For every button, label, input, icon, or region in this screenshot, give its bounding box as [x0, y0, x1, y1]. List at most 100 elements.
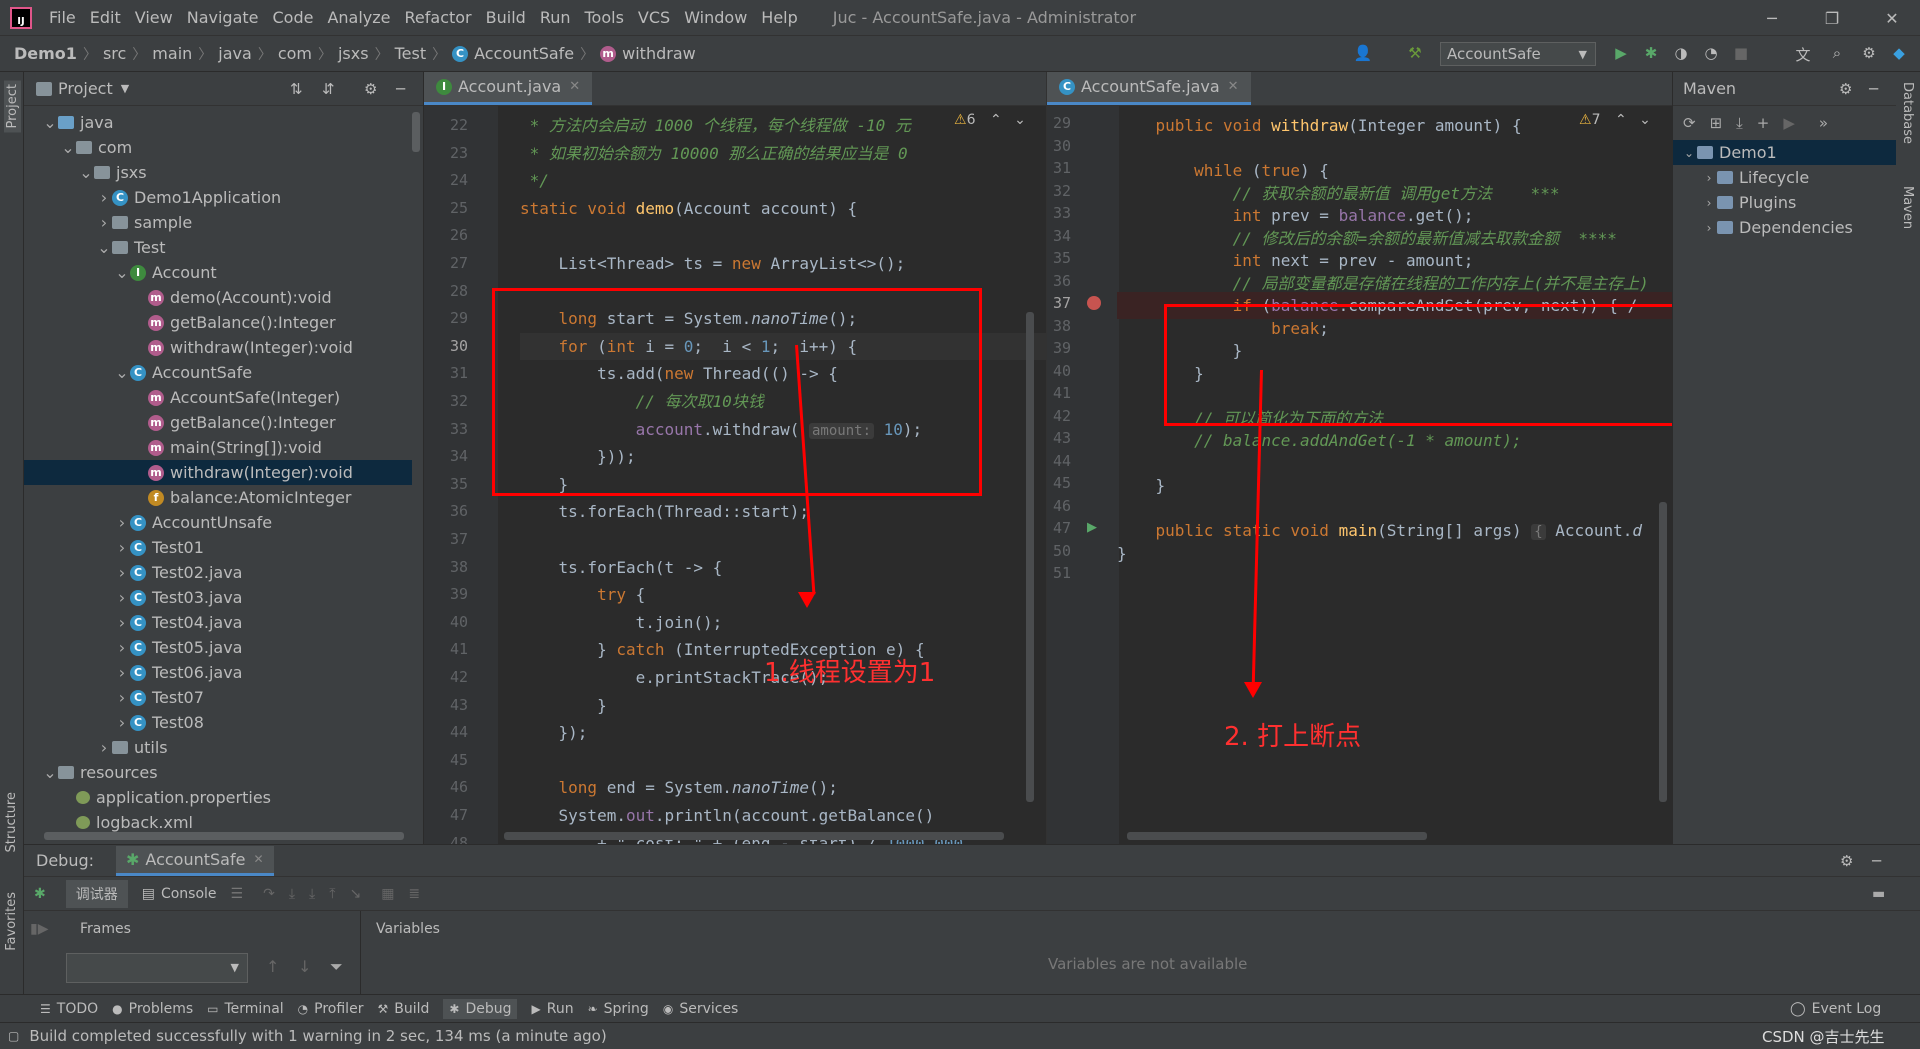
chevron-right-icon[interactable]: › — [1701, 221, 1717, 235]
chevron-down-icon[interactable]: ⌄ — [96, 238, 112, 257]
tree-item[interactable]: › C Demo1Application — [24, 185, 412, 210]
close-tab-icon[interactable]: ✕ — [569, 79, 580, 94]
tree-item[interactable]: ⌄ Test — [24, 235, 412, 260]
tree-item[interactable]: › C Test07 — [24, 685, 412, 710]
tree-item[interactable]: m getBalance():Integer — [24, 310, 412, 335]
chevron-right-icon[interactable]: › — [114, 663, 130, 682]
editor-scrollbar[interactable] — [1026, 312, 1034, 802]
maven-project[interactable]: ⌄ Demo1 — [1673, 140, 1896, 165]
inspection-widget[interactable]: ⚠6 ⌃ ⌄ — [954, 112, 1026, 128]
tree-item[interactable]: › utils — [24, 735, 412, 760]
tab-accountsafe-java[interactable]: C AccountSafe.java ✕ — [1047, 72, 1251, 105]
tool-window-toggle-icon[interactable]: ▢ — [8, 1029, 19, 1043]
chevron-right-icon[interactable]: › — [114, 563, 130, 582]
settings-gear-icon[interactable]: ⚙ — [1858, 44, 1880, 64]
menu-navigate[interactable]: Navigate — [180, 8, 266, 27]
tree-item[interactable]: › sample — [24, 210, 412, 235]
chevron-right-icon[interactable]: › — [114, 588, 130, 607]
chevron-right-icon[interactable]: › — [96, 213, 112, 232]
menu-analyze[interactable]: Analyze — [320, 8, 397, 27]
tree-hscrollbar[interactable] — [44, 832, 404, 840]
menu-code[interactable]: Code — [266, 8, 321, 27]
event-log-button[interactable]: ◯ Event Log — [1790, 1001, 1881, 1017]
generate-sources-icon[interactable]: ⊞ — [1710, 114, 1723, 132]
menu-window[interactable]: Window — [677, 8, 754, 27]
code-area-right[interactable]: public void withdraw(Integer amount) { w… — [1117, 106, 1672, 844]
step-out-icon[interactable]: ⤒ — [329, 886, 335, 902]
tree-item[interactable]: m main(String[]):void — [24, 435, 412, 460]
minimize-icon[interactable]: ─ — [1746, 0, 1798, 36]
tool-terminal[interactable]: ▭ Terminal — [207, 999, 284, 1019]
tool-spring[interactable]: ❧ Spring — [588, 999, 649, 1019]
close-tab-icon[interactable]: ✕ — [1228, 79, 1239, 94]
tree-item[interactable]: ⌄ C AccountSafe — [24, 360, 412, 385]
breadcrumb-item[interactable]: java — [212, 44, 258, 63]
maven-node[interactable]: › Dependencies — [1673, 215, 1896, 240]
tree-item[interactable]: › C Test01 — [24, 535, 412, 560]
tab-console[interactable]: Console — [161, 886, 217, 902]
breadcrumb-item[interactable]: src — [97, 44, 132, 63]
expand-all-icon[interactable]: ⇅ — [290, 80, 303, 98]
tool-build[interactable]: ⚒ Build — [377, 999, 429, 1019]
step-over-icon[interactable]: ↷ — [263, 886, 275, 902]
tree-item[interactable]: m demo(Account):void — [24, 285, 412, 310]
tree-scrollbar[interactable] — [412, 112, 420, 152]
chevron-right-icon[interactable]: › — [1701, 171, 1717, 185]
run-maven-icon[interactable]: ▶ — [1783, 114, 1795, 132]
tool-profiler[interactable]: ◔ Profiler — [298, 999, 364, 1019]
settings-gear-icon[interactable]: ⚙ — [1839, 80, 1852, 98]
chevron-down-icon[interactable]: ⌄ — [60, 138, 76, 157]
tree-item[interactable]: m AccountSafe(Integer) — [24, 385, 412, 410]
hide-panel-icon[interactable]: ─ — [1869, 80, 1878, 98]
close-tab-icon[interactable]: ✕ — [253, 852, 263, 866]
tree-item[interactable]: ⌄ resources — [24, 760, 412, 785]
chevron-down-icon[interactable]: ⌄ — [1681, 146, 1697, 160]
add-icon[interactable]: + — [1757, 114, 1770, 132]
tree-item[interactable]: › C Test02.java — [24, 560, 412, 585]
prev-frame-icon[interactable]: ↑ — [266, 957, 279, 976]
prev-highlight-icon[interactable]: ⌃ — [1615, 112, 1627, 128]
editor-hscrollbar[interactable] — [504, 832, 1004, 840]
breadcrumb-item[interactable]: Test — [389, 44, 433, 63]
run-icon[interactable]: ▶ — [1610, 44, 1632, 64]
tab-debugger[interactable]: 调试器 — [65, 879, 128, 908]
tool-services[interactable]: ◉ Services — [663, 999, 739, 1019]
tree-item[interactable]: › C AccountUnsafe — [24, 510, 412, 535]
debug-icon[interactable]: ✱ — [1640, 44, 1662, 64]
database-tool-tab[interactable]: Database — [1900, 82, 1915, 144]
chevron-right-icon[interactable]: › — [114, 688, 130, 707]
run-gutter-icon[interactable]: ▶ — [1087, 520, 1097, 535]
tree-item[interactable]: › C Test03.java — [24, 585, 412, 610]
breakpoint-icon[interactable] — [1087, 296, 1101, 310]
menu-build[interactable]: Build — [479, 8, 533, 27]
breadcrumb-item[interactable]: jsxs — [332, 44, 375, 63]
reload-icon[interactable]: ⟳ — [1683, 114, 1696, 132]
maven-tool-tab[interactable]: Maven — [1900, 186, 1915, 229]
chevron-down-icon[interactable]: ⌄ — [114, 263, 130, 282]
tool-debug[interactable]: ✱ Debug — [443, 998, 518, 1019]
chevron-down-icon[interactable]: ⌄ — [42, 763, 58, 782]
project-tool-tab[interactable]: Project — [4, 80, 21, 133]
tree-item[interactable]: › C Test04.java — [24, 610, 412, 635]
tool-run[interactable]: ▶ Run — [531, 999, 573, 1019]
prev-highlight-icon[interactable]: ⌃ — [990, 112, 1002, 128]
tree-item[interactable]: › C Test08 — [24, 710, 412, 735]
menu-run[interactable]: Run — [533, 8, 578, 27]
force-step-into-icon[interactable]: ⤓ — [309, 886, 315, 902]
download-icon[interactable]: ⤓ — [1736, 114, 1743, 132]
tree-item[interactable]: ⌄ com — [24, 135, 412, 160]
tool-todo[interactable]: ☰ TODO — [40, 999, 98, 1019]
breadcrumb-item[interactable]: com — [272, 44, 318, 63]
breadcrumb-item[interactable]: m withdraw — [594, 44, 702, 63]
toolbox-icon[interactable]: ◆ — [1888, 44, 1910, 64]
stop-icon[interactable]: ■ — [1730, 44, 1752, 64]
structure-tool-tab[interactable]: Structure — [4, 792, 19, 852]
tree-item[interactable]: m withdraw(Integer):void — [24, 335, 412, 360]
debug-session-tab[interactable]: ✱ AccountSafe ✕ — [116, 845, 274, 876]
chevron-right-icon[interactable]: › — [114, 638, 130, 657]
chevron-right-icon[interactable]: › — [114, 713, 130, 732]
menu-refactor[interactable]: Refactor — [398, 8, 479, 27]
evaluate-icon[interactable]: ▦ — [381, 886, 394, 902]
hide-panel-icon[interactable]: ─ — [1872, 852, 1881, 870]
tree-item[interactable]: m getBalance():Integer — [24, 410, 412, 435]
